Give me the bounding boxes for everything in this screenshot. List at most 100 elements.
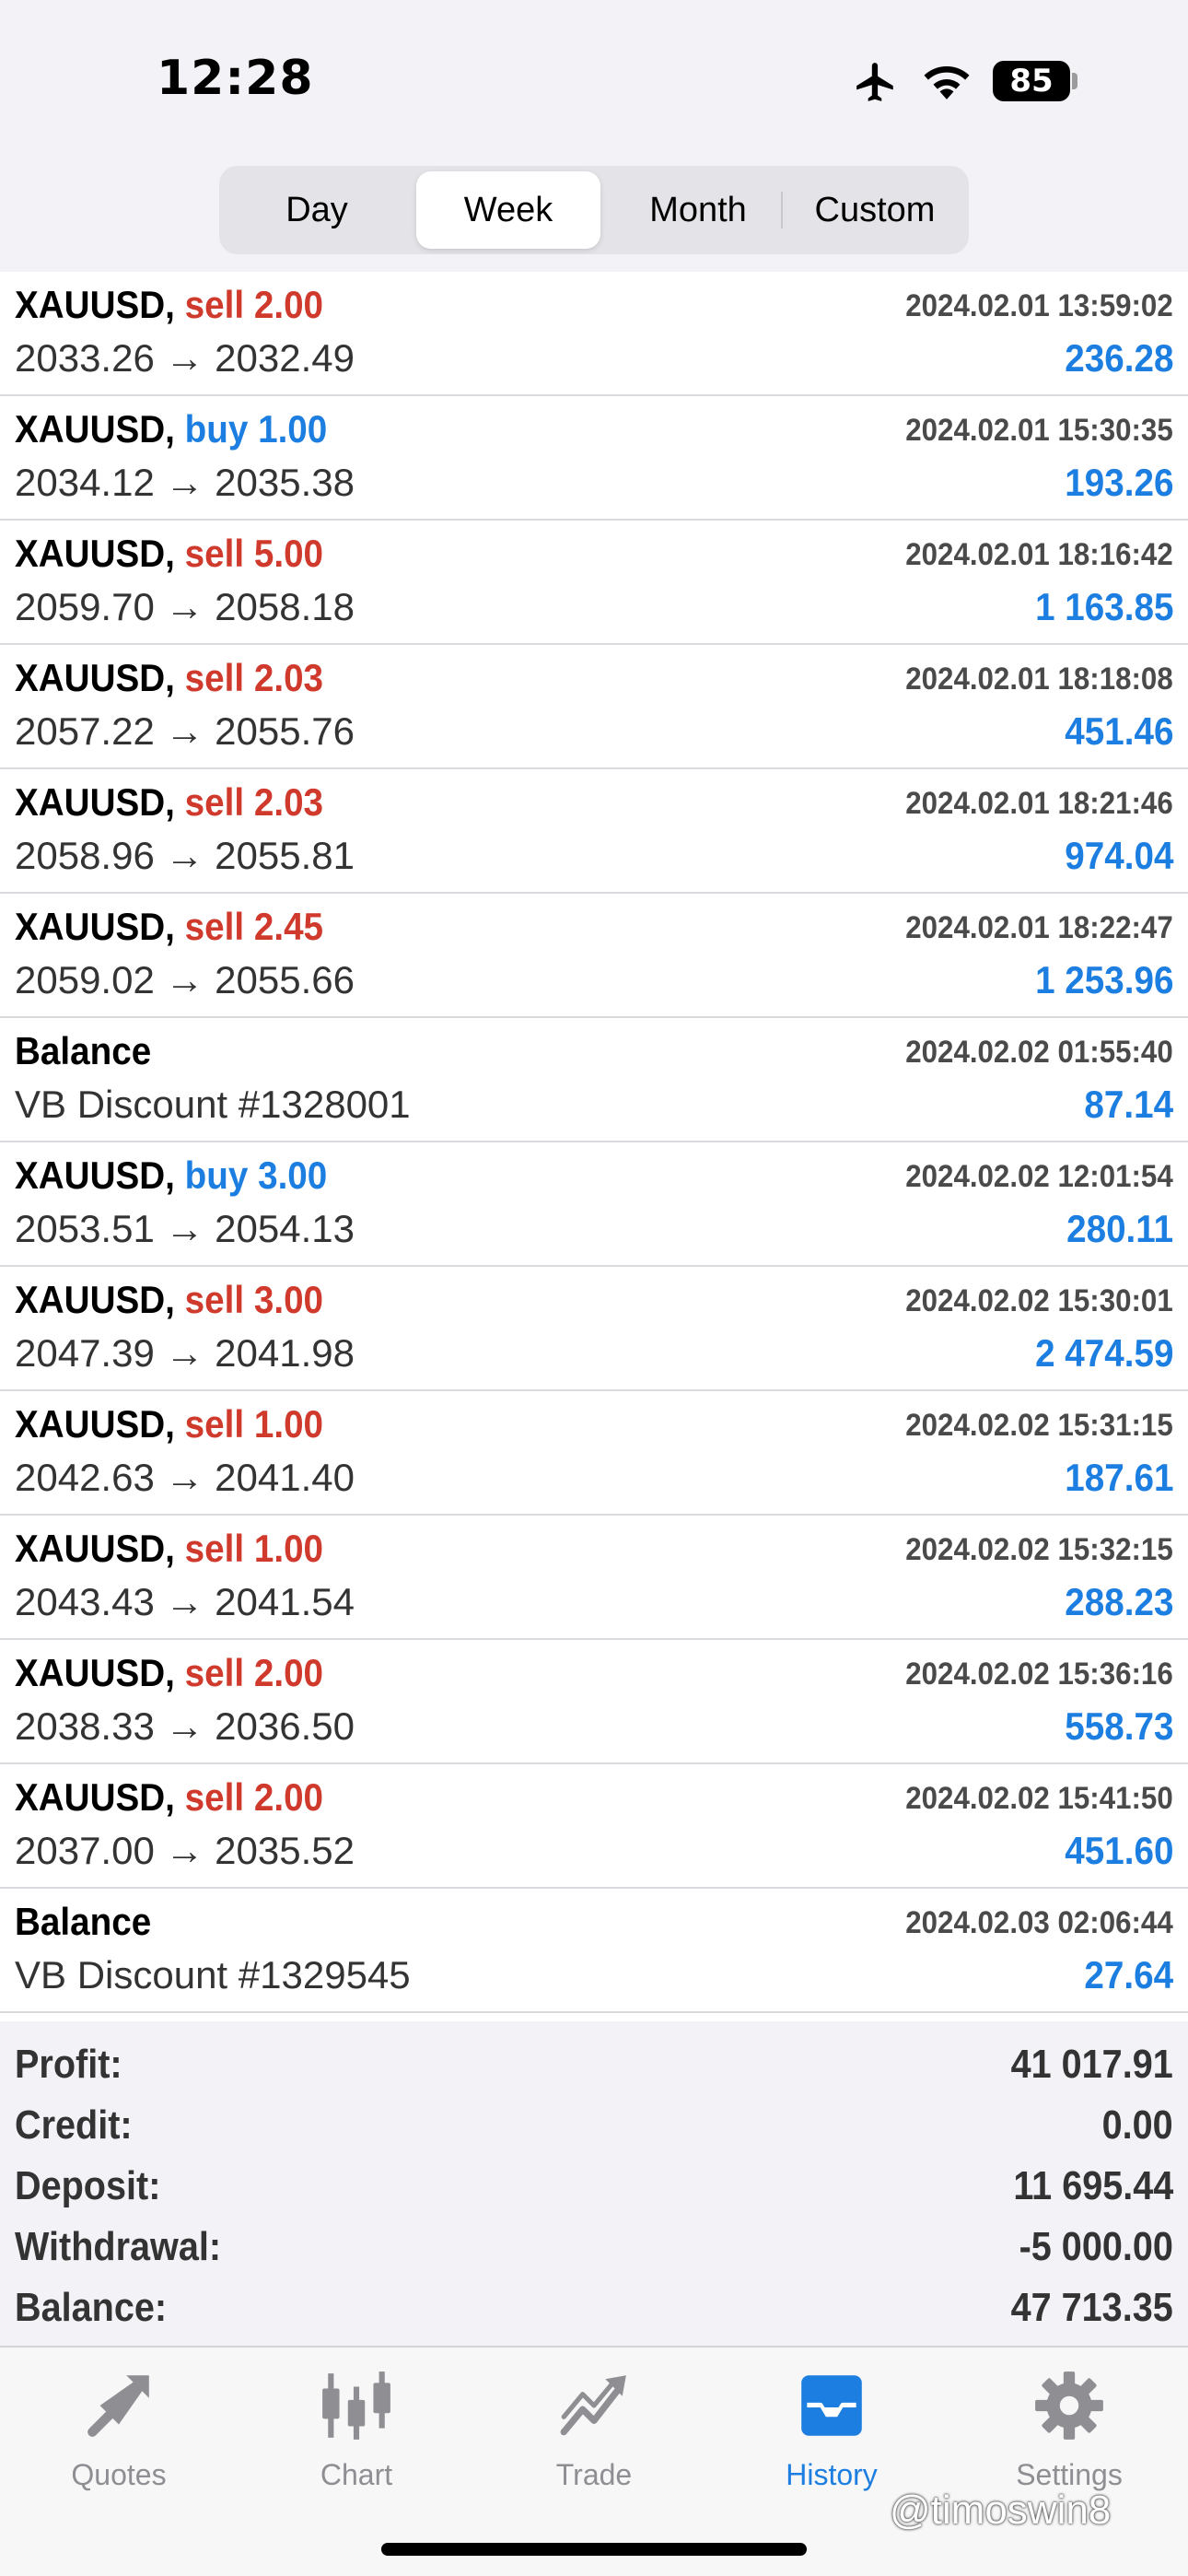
deal-time: 2024.02.01 18:18:08	[905, 662, 1173, 697]
deal-symbol: XAUUSD	[15, 532, 166, 575]
deal-side: sell	[184, 656, 245, 699]
deal-title: XAUUSD, sell 2.00	[15, 1775, 323, 1820]
deal-row[interactable]: XAUUSD, sell 2.45 2024.02.01 18:22:47 20…	[0, 894, 1188, 1018]
home-indicator	[381, 2543, 807, 2556]
deal-profit: 288.23	[1064, 1580, 1173, 1623]
deal-symbol: XAUUSD	[15, 407, 166, 451]
deal-profit: 236.28	[1064, 336, 1173, 380]
deal-symbol: XAUUSD	[15, 780, 166, 824]
period-week[interactable]: Week	[416, 171, 600, 249]
deal-profit: 974.04	[1064, 834, 1173, 877]
deal-row[interactable]: XAUUSD, sell 2.03 2024.02.01 18:21:46 20…	[0, 769, 1188, 894]
balance-comment: VB Discount #1329545	[15, 1953, 411, 1996]
deal-profit: 451.46	[1064, 709, 1173, 753]
deal-row[interactable]: XAUUSD, buy 3.00 2024.02.02 12:01:54 205…	[0, 1142, 1188, 1267]
deal-profit: 280.11	[1066, 1207, 1173, 1250]
deal-row[interactable]: XAUUSD, sell 3.00 2024.02.02 15:30:01 20…	[0, 1267, 1188, 1391]
deal-side: buy	[184, 407, 249, 451]
deal-time: 2024.02.01 18:21:46	[905, 786, 1173, 821]
history-summary: Profit: 41 017.91 Credit: 0.00 Deposit: …	[0, 2021, 1188, 2346]
deal-row[interactable]: XAUUSD, sell 2.03 2024.02.01 18:18:08 20…	[0, 645, 1188, 769]
summary-value: 0.00	[1101, 2102, 1173, 2148]
deal-time: 2024.02.02 01:55:40	[905, 1035, 1173, 1070]
deal-row[interactable]: XAUUSD, buy 1.00 2024.02.01 15:30:35 203…	[0, 396, 1188, 521]
deal-side: sell	[184, 1402, 245, 1446]
balance-title: Balance	[15, 1900, 152, 1943]
period-day[interactable]: Day	[225, 171, 409, 249]
deal-separator: ,	[165, 532, 185, 575]
deal-row[interactable]: XAUUSD, sell 2.00 2024.02.02 15:41:50 20…	[0, 1764, 1188, 1889]
balance-row[interactable]: Balance 2024.02.03 02:06:44 VB Discount …	[0, 1889, 1188, 2013]
deal-profit: 193.26	[1064, 461, 1173, 504]
deal-separator: ,	[165, 283, 185, 326]
deal-symbol: XAUUSD	[15, 1153, 166, 1197]
deal-symbol: XAUUSD	[15, 905, 166, 948]
period-custom[interactable]: Custom	[785, 171, 965, 249]
period-month[interactable]: Month	[608, 171, 788, 249]
deal-volume: 2.00	[253, 1775, 324, 1819]
deal-row[interactable]: XAUUSD, sell 5.00 2024.02.01 18:16:42 20…	[0, 521, 1188, 645]
history-icon	[801, 2375, 862, 2436]
summary-balance: Balance: 47 713.35	[0, 2276, 1188, 2336]
deal-side: sell	[184, 780, 245, 824]
deal-row[interactable]: XAUUSD, sell 1.00 2024.02.02 15:32:15 20…	[0, 1516, 1188, 1640]
deal-prices: 2057.22 → 2055.76	[15, 709, 355, 753]
deal-prices: 2034.12 → 2035.38	[15, 461, 355, 504]
deal-time: 2024.02.01 18:22:47	[905, 910, 1173, 945]
watermark: @timoswin8	[890, 2488, 1112, 2533]
deal-volume: 1.00	[258, 407, 328, 451]
deal-prices: 2042.63 → 2041.40	[15, 1456, 355, 1499]
deal-title: XAUUSD, sell 1.00	[15, 1527, 323, 1571]
tab-chart[interactable]: Chart	[238, 2348, 475, 2513]
deal-title: XAUUSD, sell 5.00	[15, 532, 323, 576]
summary-label: Withdrawal:	[15, 2224, 222, 2269]
deal-side: sell	[184, 905, 245, 948]
balance-row[interactable]: Balance 2024.02.02 01:55:40 VB Discount …	[0, 1018, 1188, 1142]
deal-volume: 2.03	[253, 656, 324, 699]
deal-time: 2024.02.02 15:41:50	[905, 1781, 1173, 1816]
tab-quotes[interactable]: Quotes	[0, 2348, 238, 2513]
settings-icon	[1035, 2371, 1103, 2440]
deal-row[interactable]: XAUUSD, sell 2.00 2024.02.01 13:59:02 20…	[0, 272, 1188, 396]
battery-indicator: 85	[993, 61, 1070, 101]
deal-separator: ,	[165, 780, 185, 824]
deal-prices: 2037.00 → 2035.52	[15, 1829, 355, 1872]
deal-title: XAUUSD, sell 2.45	[15, 905, 323, 949]
deal-profit: 187.61	[1064, 1456, 1173, 1499]
airplane-mode-icon	[856, 63, 893, 101]
deal-row[interactable]: XAUUSD, sell 1.00 2024.02.02 15:31:15 20…	[0, 1391, 1188, 1516]
deal-prices: 2033.26 → 2032.49	[15, 336, 355, 380]
deal-side: sell	[184, 1527, 245, 1570]
deal-side: sell	[184, 1651, 245, 1694]
tab-label: Trade	[555, 2458, 633, 2491]
trade-icon	[560, 2375, 626, 2436]
deal-volume: 2.00	[253, 283, 324, 326]
deal-title: XAUUSD, sell 2.03	[15, 656, 323, 700]
deal-row[interactable]: XAUUSD, sell 2.00 2024.02.02 15:36:16 20…	[0, 1640, 1188, 1764]
battery-cap	[1072, 73, 1077, 89]
deal-symbol: XAUUSD	[15, 1402, 166, 1446]
deal-separator: ,	[165, 1527, 185, 1570]
deal-title: XAUUSD, sell 2.03	[15, 780, 323, 825]
deal-profit: 451.60	[1064, 1829, 1173, 1872]
tab-label: Quotes	[71, 2458, 167, 2491]
wifi-icon	[924, 65, 970, 100]
segment-divider	[781, 192, 783, 228]
tab-label: Chart	[320, 2458, 393, 2491]
deal-side: sell	[184, 283, 245, 326]
deal-volume: 1.00	[253, 1402, 324, 1446]
history-deals-list: XAUUSD, sell 2.00 2024.02.01 13:59:02 20…	[0, 272, 1188, 2013]
deal-time: 2024.02.01 18:16:42	[905, 537, 1173, 572]
summary-withdrawal: Withdrawal: -5 000.00	[0, 2215, 1188, 2276]
deal-prices: 2058.96 → 2055.81	[15, 834, 355, 877]
tab-trade[interactable]: Trade	[475, 2348, 713, 2513]
deal-volume: 2.45	[253, 905, 324, 948]
chart-icon	[322, 2371, 390, 2440]
deal-volume: 2.03	[253, 780, 324, 824]
deal-profit: 2 474.59	[1034, 1331, 1173, 1375]
balance-comment: VB Discount #1328001	[15, 1083, 411, 1126]
deal-prices: 2053.51 → 2054.13	[15, 1207, 355, 1250]
deal-symbol: XAUUSD	[15, 283, 166, 326]
deal-profit: 1 253.96	[1034, 958, 1173, 1001]
summary-value: 47 713.35	[1010, 2285, 1173, 2330]
